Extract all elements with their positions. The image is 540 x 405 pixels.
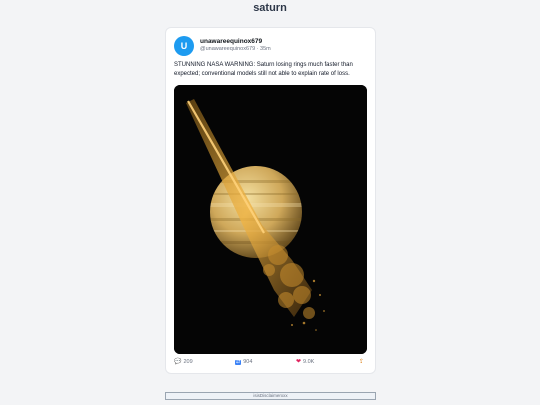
timestamp[interactable]: 35m bbox=[260, 46, 271, 52]
handle[interactable]: @unawareequinox679 bbox=[200, 46, 255, 52]
reply-count: 209 bbox=[183, 359, 193, 365]
share-icon: ⇪ bbox=[359, 359, 365, 365]
post-text: STUNNING NASA WARNING: Saturn losing rin… bbox=[174, 62, 353, 77]
page-title: saturn bbox=[253, 2, 287, 14]
like-count: 9.0K bbox=[303, 359, 315, 365]
repost-icon: ⇄ bbox=[235, 358, 242, 365]
saturn-image bbox=[174, 85, 367, 354]
display-name[interactable]: unawareequinox679 bbox=[200, 38, 262, 45]
disclaimer-box: isisDisclaimerxxx bbox=[165, 392, 376, 400]
share-button[interactable]: ⇪ bbox=[359, 359, 364, 365]
reply-button[interactable]: 💬 209 bbox=[174, 359, 193, 365]
avatar[interactable]: U bbox=[174, 36, 194, 56]
repost-button[interactable]: ⇄ 904 bbox=[235, 359, 252, 365]
heart-icon: ❤ bbox=[296, 359, 302, 365]
speech-bubble-icon: 💬 bbox=[174, 359, 182, 365]
action-bar: 💬 209 ⇄ 904 ❤ 9.0K ⇪ bbox=[174, 359, 370, 369]
post-card: U unawareequinox679 @unawareequinox679 ·… bbox=[165, 27, 376, 374]
like-button[interactable]: ❤ 9.0K bbox=[296, 359, 314, 365]
repost-count: 904 bbox=[243, 359, 253, 365]
post-image[interactable] bbox=[174, 85, 367, 354]
handle-line: @unawareequinox679 · 35m bbox=[200, 46, 271, 52]
